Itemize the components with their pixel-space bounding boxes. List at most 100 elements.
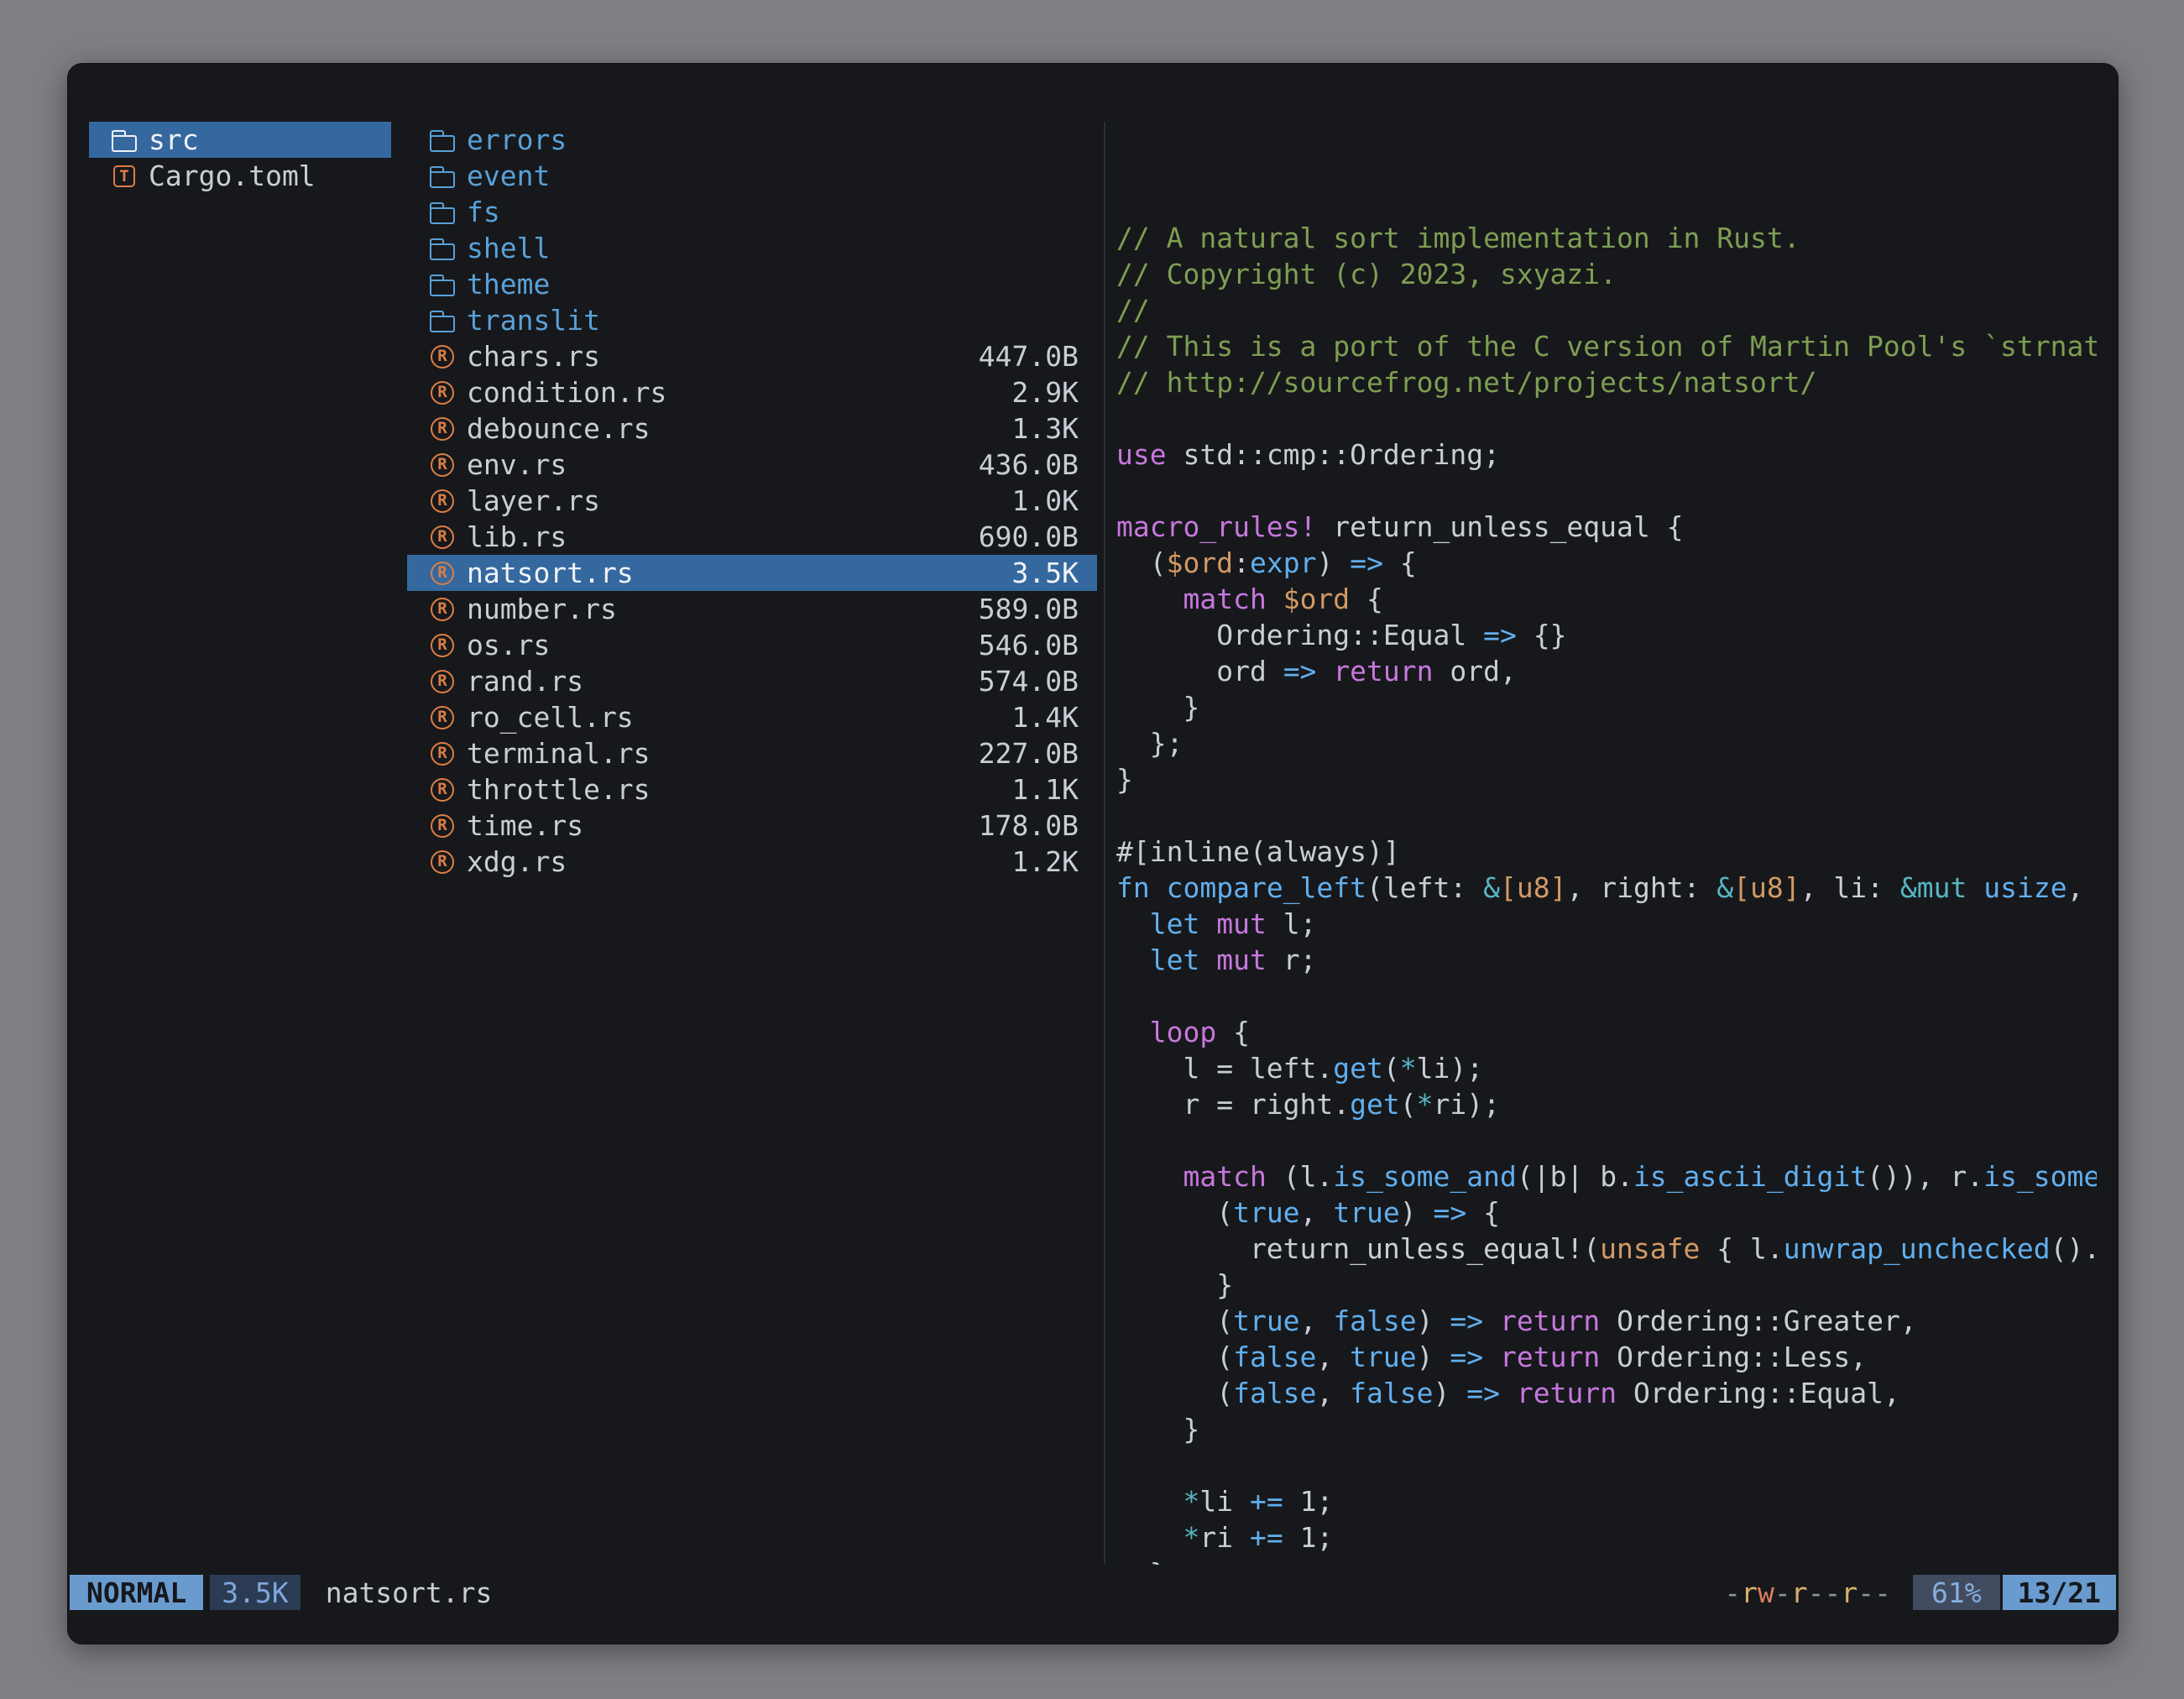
code-line: Ordering::Equal => {} — [1116, 617, 2097, 653]
code-line: *ri += 1; — [1116, 1519, 2097, 1555]
file-size: 1.2K — [1012, 845, 1079, 878]
file-name: os.rs — [467, 629, 550, 661]
file-name: rand.rs — [467, 665, 583, 698]
code-line — [1116, 400, 2097, 437]
file-size: 690.0B — [979, 520, 1079, 553]
file-row[interactable]: event — [407, 158, 1097, 194]
file-name: chars.rs — [467, 340, 600, 373]
file-row[interactable]: layer.rs 1.0K — [407, 483, 1097, 519]
file-row[interactable]: terminal.rs 227.0B — [407, 735, 1097, 771]
code-line — [1116, 1122, 2097, 1158]
file-row[interactable]: errors — [407, 122, 1097, 158]
code-text: let mut r; — [1116, 944, 1316, 976]
code-line: l = left.get(*li); — [1116, 1050, 2097, 1086]
folder-icon — [428, 234, 457, 263]
file-name: fs — [467, 196, 500, 228]
file-name: ro_cell.rs — [467, 701, 634, 734]
file-row[interactable]: xdg.rs 1.2K — [407, 844, 1097, 880]
file-row[interactable]: debounce.rs 1.3K — [407, 410, 1097, 447]
file-row[interactable]: number.rs 589.0B — [407, 591, 1097, 627]
file-row[interactable]: throttle.rs 1.1K — [407, 771, 1097, 808]
code-text: } — [1116, 1557, 1167, 1565]
desktop-background: src Cargo.toml errors event fs — [0, 0, 2184, 1699]
file-name: layer.rs — [467, 484, 600, 517]
permissions-text: -rw-r--r-- — [1724, 1575, 1891, 1610]
code-line: *li += 1; — [1116, 1483, 2097, 1519]
cursor-position-badge: 13/21 — [2003, 1575, 2116, 1610]
file-row[interactable]: fs — [407, 194, 1097, 230]
file-name: number.rs — [467, 593, 617, 625]
folder-icon — [110, 126, 138, 154]
file-size: 178.0B — [979, 809, 1079, 842]
code-text: // A natural sort implementation in Rust… — [1116, 222, 1800, 254]
file-row[interactable]: os.rs 546.0B — [407, 627, 1097, 663]
yazi-file-manager-window: src Cargo.toml errors event fs — [67, 63, 2119, 1644]
code-line: } — [1116, 689, 2097, 725]
code-line: } — [1116, 1267, 2097, 1303]
code-line: // — [1116, 292, 2097, 328]
code-line: fn compare_left(left: &[u8], right: &[u8… — [1116, 870, 2097, 906]
rust-icon — [428, 740, 457, 768]
folder-icon — [428, 126, 457, 154]
rust-icon — [428, 776, 457, 804]
file-row[interactable]: chars.rs 447.0B — [407, 338, 1097, 374]
file-row[interactable]: condition.rs 2.9K — [407, 374, 1097, 410]
rust-icon — [428, 487, 457, 515]
code-text: // http://sourcefrog.net/projects/natsor… — [1116, 366, 1816, 399]
status-spacer — [492, 1575, 1724, 1610]
file-name: time.rs — [467, 809, 583, 842]
code-text: } — [1116, 763, 1133, 796]
file-row[interactable]: translit — [407, 302, 1097, 338]
rust-icon — [428, 631, 457, 660]
file-row[interactable]: time.rs 178.0B — [407, 808, 1097, 844]
file-size: 1.1K — [1012, 773, 1079, 806]
code-line: r = right.get(*ri); — [1116, 1086, 2097, 1122]
rust-icon — [428, 451, 457, 479]
code-line: ord => return ord, — [1116, 653, 2097, 689]
code-text: *li += 1; — [1116, 1485, 1333, 1518]
code-line — [1116, 978, 2097, 1014]
code-line: (true, true) => { — [1116, 1195, 2097, 1231]
parent-item[interactable]: src — [89, 122, 391, 158]
file-row[interactable]: shell — [407, 230, 1097, 266]
file-row[interactable]: ro_cell.rs 1.4K — [407, 699, 1097, 735]
parent-item[interactable]: Cargo.toml — [89, 158, 391, 194]
code-text: use std::cmp::Ordering; — [1116, 438, 1500, 471]
file-name: lib.rs — [467, 520, 567, 553]
code-text: let mut l; — [1116, 907, 1316, 940]
file-row[interactable]: rand.rs 574.0B — [407, 663, 1097, 699]
code-line: use std::cmp::Ordering; — [1116, 437, 2097, 473]
file-name: env.rs — [467, 448, 567, 481]
code-text: (true, false) => return Ordering::Greate… — [1116, 1304, 1917, 1337]
file-row[interactable]: env.rs 436.0B — [407, 447, 1097, 483]
scroll-percent-badge: 61% — [1913, 1575, 2000, 1610]
code-line: macro_rules! return_unless_equal { — [1116, 509, 2097, 545]
pane-separator — [1104, 122, 1105, 1565]
code-text: ($ord:expr) => { — [1116, 546, 1417, 579]
code-line: (false, true) => return Ordering::Less, — [1116, 1339, 2097, 1375]
code-text: match (l.is_some_and(|b| b.is_ascii_digi… — [1116, 1160, 2097, 1193]
file-row[interactable]: lib.rs 690.0B — [407, 519, 1097, 555]
code-line: ($ord:expr) => { — [1116, 545, 2097, 581]
code-text: // This is a port of the C version of Ma… — [1116, 330, 2097, 363]
file-name: theme — [467, 268, 550, 301]
code-text: Ordering::Equal => {} — [1116, 619, 1566, 651]
file-row[interactable]: natsort.rs 3.5K — [407, 555, 1097, 591]
file-size: 436.0B — [979, 448, 1079, 481]
rust-icon — [428, 703, 457, 732]
file-row[interactable]: theme — [407, 266, 1097, 302]
code-text: r = right.get(*ri); — [1116, 1088, 1500, 1121]
code-text: macro_rules! return_unless_equal { — [1116, 510, 1684, 543]
rust-icon — [428, 523, 457, 552]
folder-icon — [428, 198, 457, 227]
file-name: translit — [467, 304, 600, 337]
file-name: debounce.rs — [467, 412, 650, 445]
code-text: ord => return ord, — [1116, 655, 1517, 687]
folder-icon — [428, 162, 457, 191]
code-text: } — [1116, 691, 1199, 724]
parent-pane: src Cargo.toml — [89, 122, 391, 1560]
code-line: // Copyright (c) 2023, sxyazi. — [1116, 256, 2097, 292]
code-line: let mut l; — [1116, 906, 2097, 942]
rust-icon — [428, 559, 457, 588]
rust-icon — [428, 415, 457, 443]
